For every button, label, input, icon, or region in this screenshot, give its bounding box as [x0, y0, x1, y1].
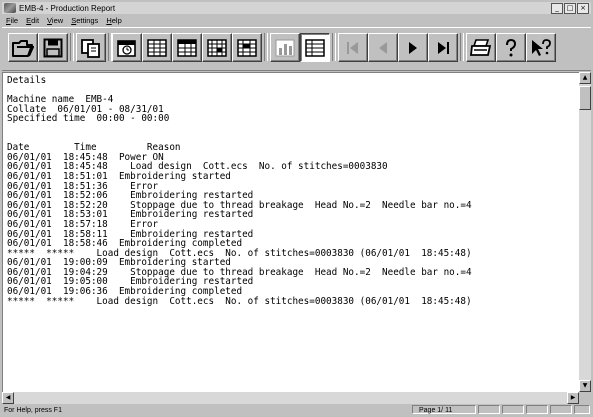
report-line: Specified time 00:00 - 00:00 — [7, 113, 170, 125]
save-button[interactable] — [38, 33, 68, 62]
status-help-text: For Help, press F1 — [4, 407, 62, 414]
question-mark-icon — [506, 38, 517, 56]
period-grid-icon — [207, 38, 227, 57]
close-button[interactable]: × — [577, 3, 589, 14]
copy-button[interactable] — [76, 33, 106, 62]
menu-edit[interactable]: Edit — [22, 15, 43, 26]
scrollbar-corner — [579, 392, 591, 404]
report-text: Details Machine name EMB-4 Collate 06/01… — [3, 73, 579, 306]
minimize-button[interactable]: _ — [551, 3, 563, 14]
help-button[interactable] — [496, 33, 526, 62]
status-cell — [526, 405, 548, 414]
app-window: EMB-4 - Production Report _ □ × File Edi… — [0, 0, 593, 417]
previous-page-icon — [379, 41, 387, 54]
scroll-right-button[interactable]: ▶ — [567, 392, 579, 404]
toolbar — [2, 27, 591, 71]
menu-bar: File Edit View Settings Help — [2, 15, 126, 26]
vertical-scroll-thumb[interactable] — [579, 86, 591, 110]
last-page-icon — [438, 41, 449, 54]
horizontal-scrollbar[interactable]: ◀ ▶ — [2, 392, 579, 404]
table-icon — [305, 38, 325, 57]
monthly-report-button[interactable] — [142, 33, 172, 62]
printer-icon — [470, 38, 492, 56]
copy-icon — [81, 38, 100, 58]
context-help-button[interactable] — [526, 33, 556, 62]
machine-report-button[interactable] — [172, 33, 202, 62]
menu-settings[interactable]: Settings — [67, 15, 102, 26]
period-report-button[interactable] — [202, 33, 232, 62]
status-bar: For Help, press F1 Page 1/ 11 — [2, 405, 591, 416]
first-page-button[interactable] — [338, 33, 368, 62]
window-title: EMB-4 - Production Report — [19, 3, 116, 13]
calendar-grid-icon — [147, 38, 167, 57]
menu-file[interactable]: File — [2, 15, 22, 26]
status-page-indicator: Page 1/ 11 — [412, 405, 476, 414]
open-button[interactable] — [8, 33, 38, 62]
bar-chart-icon — [275, 39, 295, 56]
previous-page-button[interactable] — [368, 33, 398, 62]
next-page-button[interactable] — [398, 33, 428, 62]
vertical-scrollbar[interactable]: ▲ ▼ — [579, 72, 591, 392]
status-cell — [502, 405, 524, 414]
context-help-icon — [532, 38, 551, 56]
machine-grid-icon — [177, 38, 197, 57]
report-view[interactable]: Details Machine name EMB-4 Collate 06/01… — [2, 72, 579, 392]
app-icon[interactable] — [4, 3, 16, 13]
production-report-button[interactable] — [232, 33, 262, 62]
last-page-button[interactable] — [428, 33, 458, 62]
folder-open-icon — [12, 39, 34, 57]
status-cell — [550, 405, 572, 414]
scroll-left-button[interactable]: ◀ — [2, 392, 14, 404]
table-view-button[interactable] — [300, 33, 330, 62]
report-line: Details — [7, 75, 47, 86]
next-page-icon — [409, 41, 417, 54]
menu-help[interactable]: Help — [102, 15, 125, 26]
menu-view[interactable]: View — [43, 15, 67, 26]
scroll-down-button[interactable]: ▼ — [579, 380, 591, 392]
calendar-button[interactable] — [112, 33, 142, 62]
status-cell — [574, 405, 590, 414]
first-page-icon — [347, 41, 358, 54]
maximize-button[interactable]: □ — [564, 3, 576, 14]
status-cell — [478, 405, 500, 414]
graph-view-button[interactable] — [270, 33, 300, 62]
floppy-disk-icon — [43, 38, 63, 57]
scroll-up-button[interactable]: ▲ — [579, 72, 591, 84]
title-bar[interactable]: EMB-4 - Production Report _ □ × — [2, 2, 591, 14]
production-grid-icon — [237, 38, 257, 57]
calendar-icon — [117, 39, 136, 57]
print-button[interactable] — [466, 33, 496, 62]
report-line: ***** ***** Load design Cott.ecs No. of … — [7, 295, 472, 307]
